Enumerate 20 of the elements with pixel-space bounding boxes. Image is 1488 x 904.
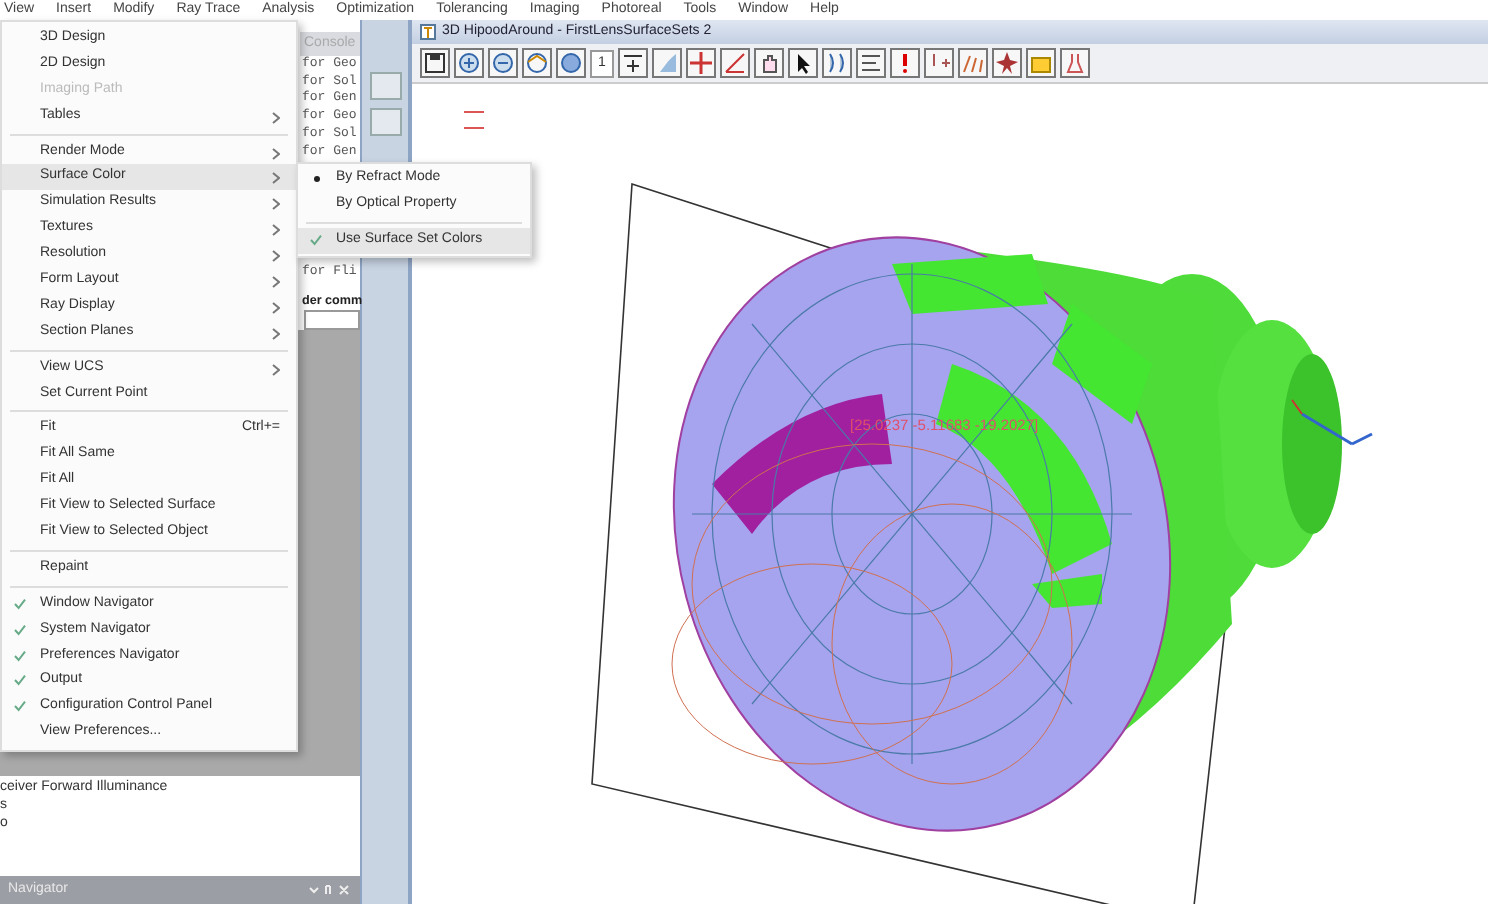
- toolbar-button[interactable]: [856, 48, 886, 78]
- save-icon: [422, 50, 448, 76]
- crosshair-icon: [688, 50, 714, 76]
- plus-icon: [620, 50, 646, 76]
- bars-icon: [960, 50, 986, 76]
- axis-icon: [722, 50, 748, 76]
- toolbar-button[interactable]: [788, 48, 818, 78]
- zoom-in-icon: [456, 50, 482, 76]
- rotate-icon: [524, 50, 550, 76]
- command-field[interactable]: [304, 310, 360, 331]
- window-icon: [420, 24, 436, 40]
- zoom-out-icon: [490, 50, 516, 76]
- toolbar-button[interactable]: [992, 48, 1022, 78]
- list-icon: [858, 50, 884, 76]
- star-icon: [994, 50, 1020, 76]
- dash-marks: [463, 111, 485, 129]
- flask-icon: [1062, 50, 1088, 76]
- lens-pair-icon: [824, 50, 850, 76]
- toolbar-button[interactable]: [420, 48, 450, 78]
- toolbar-button[interactable]: [618, 48, 648, 78]
